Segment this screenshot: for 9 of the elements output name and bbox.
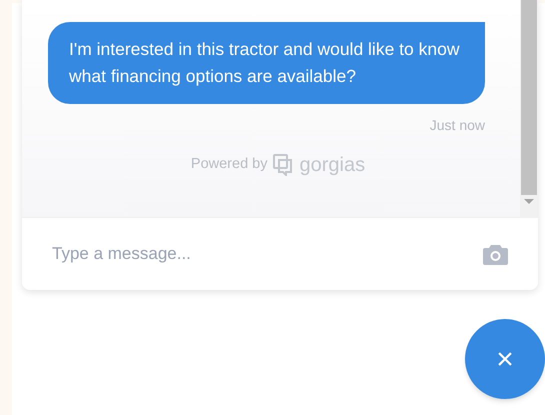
close-chat-button[interactable]: ×	[465, 319, 545, 399]
camera-icon[interactable]	[483, 243, 508, 265]
powered-by-label: Powered by	[190, 155, 268, 174]
scroll-down-arrow-icon[interactable]	[524, 199, 534, 204]
chat-logo-icon	[273, 154, 294, 176]
message-bubble: I'm interested in this tractor and would like to know what financing options are available?	[48, 22, 485, 104]
scrollbar[interactable]	[520, 0, 538, 217]
message-input[interactable]: Type a message...	[52, 241, 483, 267]
message-time: Just now	[430, 116, 485, 135]
